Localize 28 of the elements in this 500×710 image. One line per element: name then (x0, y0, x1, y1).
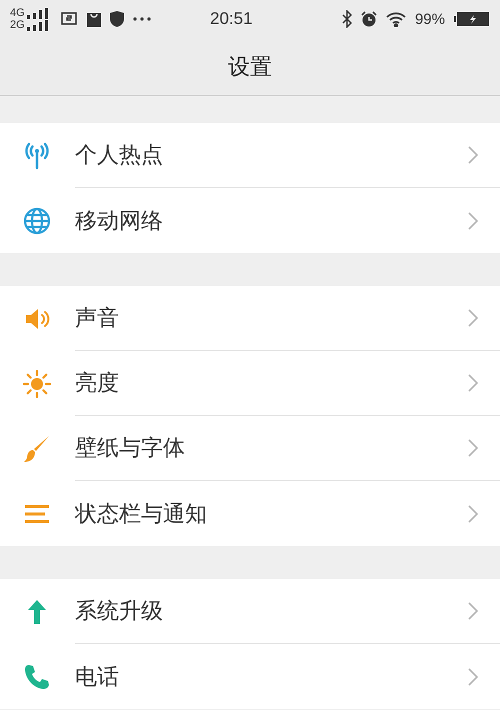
chevron-icon (468, 602, 478, 620)
chevron-icon (468, 668, 478, 686)
network-type: 2G (10, 19, 25, 31)
battery-percent: 99% (414, 10, 445, 28)
sun-icon (22, 370, 50, 398)
shield-icon (110, 11, 124, 27)
page-title: 设置 (228, 54, 272, 82)
signal-icon (26, 20, 51, 30)
battery-icon (454, 11, 490, 27)
hotspot-icon (22, 142, 50, 170)
chevron-icon (468, 146, 478, 164)
paintbrush-icon (22, 434, 50, 462)
bag-icon (86, 12, 101, 26)
phone-icon (22, 662, 50, 690)
network-type: 4G (10, 7, 25, 19)
signal-icon (26, 8, 51, 18)
screenshot-icon (60, 11, 78, 27)
chevron-icon (468, 212, 478, 230)
chevron-icon (468, 374, 478, 392)
chevron-icon (468, 504, 478, 522)
bluetooth-icon (342, 10, 352, 28)
clock-time: 20:51 (210, 9, 254, 29)
alarm-icon (360, 11, 377, 27)
more-icon (132, 17, 151, 21)
chevron-icon (468, 309, 478, 327)
chevron-icon (468, 439, 478, 457)
wifi-icon (386, 12, 406, 26)
globe-icon (22, 206, 50, 234)
